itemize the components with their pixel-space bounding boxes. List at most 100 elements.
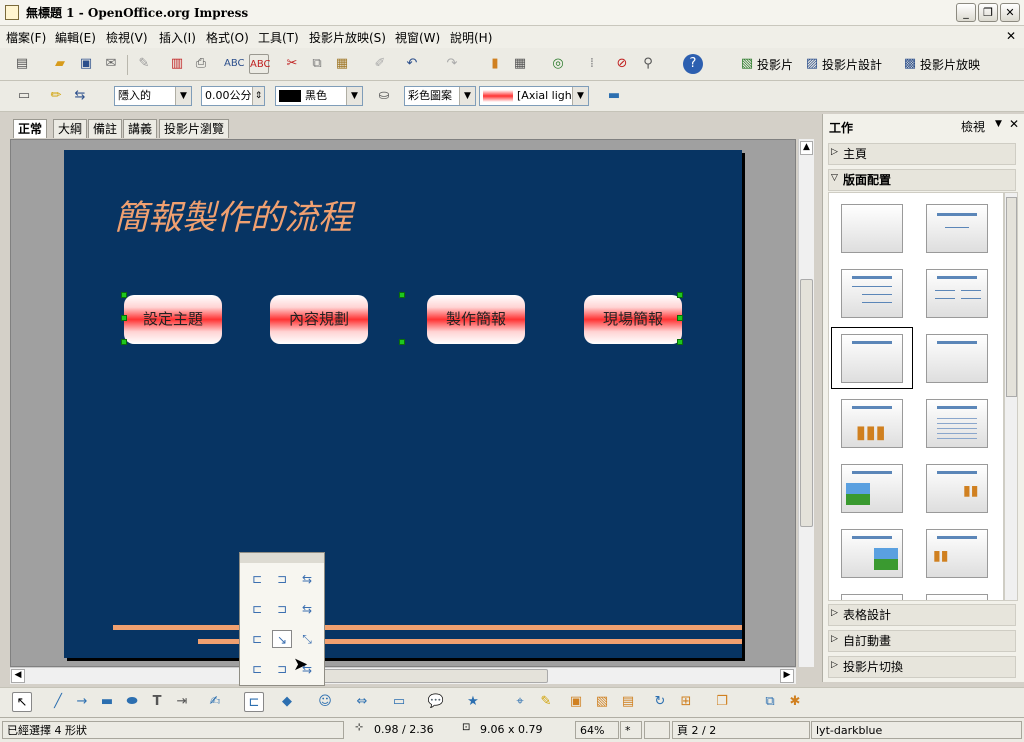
scroll-left-icon[interactable]: ◀ xyxy=(11,669,25,683)
select-arrow-icon[interactable]: ↖ xyxy=(12,692,32,712)
layout-title-table-thumbnail[interactable] xyxy=(926,399,988,448)
menu-edit[interactable]: 編輯(E) xyxy=(55,29,96,46)
line-color-combo[interactable]: 黑色 ▼ xyxy=(275,86,363,106)
selection-handle[interactable] xyxy=(121,339,127,345)
shadow-icon[interactable]: ▬ xyxy=(604,86,624,106)
points-icon[interactable]: ⌖ xyxy=(510,692,530,712)
copy-icon[interactable]: ⧉ xyxy=(307,54,327,74)
menu-window[interactable]: 視窗(W) xyxy=(395,29,440,46)
grid-icon[interactable]: ⁞ xyxy=(582,54,602,74)
menu-tools[interactable]: 工具(T) xyxy=(258,29,299,46)
section-master-pages[interactable]: 主頁 xyxy=(828,143,1016,165)
line-tool-icon[interactable]: ╱ xyxy=(48,692,68,712)
format-paintbrush-icon[interactable]: ✐ xyxy=(370,54,390,74)
ellipse-tool-icon[interactable]: ⬬ xyxy=(122,692,142,712)
line-style-combo[interactable]: 隱入的 ▼ xyxy=(114,86,192,106)
layout-gallery-scrollbar[interactable] xyxy=(1004,192,1018,601)
spellcheck-icon[interactable]: ABC xyxy=(224,54,245,74)
curved-connector-arrow-icon[interactable]: ⊐ xyxy=(272,660,292,678)
flowchart-icon[interactable]: ▭ xyxy=(389,692,409,712)
section-table-design[interactable]: 表格設計 xyxy=(828,604,1016,626)
fill-value-combo[interactable]: [Axial light ▼ xyxy=(479,86,589,106)
print-icon[interactable]: ⎙ xyxy=(191,54,211,74)
symbol-shapes-icon[interactable]: ☺ xyxy=(315,692,335,712)
spin-icon[interactable]: ⇕ xyxy=(252,87,264,105)
restore-button[interactable]: ❐ xyxy=(978,3,998,22)
layout-title-only-thumbnail[interactable] xyxy=(926,204,988,253)
navigator-icon[interactable]: ⊘ xyxy=(612,54,632,74)
layout-text-clipart-thumbnail[interactable] xyxy=(841,529,903,578)
menu-view[interactable]: 檢視(V) xyxy=(106,29,148,46)
connector-arrows-icon[interactable]: ⇆ xyxy=(297,570,317,588)
triangle-right-icon[interactable]: ▷ xyxy=(831,608,838,618)
triangle-down-icon[interactable]: ▽ xyxy=(831,173,838,183)
line-arrow-tool-icon[interactable]: → xyxy=(72,692,92,712)
selection-handle[interactable] xyxy=(399,339,405,345)
slide-button[interactable]: 投影片 xyxy=(757,56,793,73)
block-arrows-icon[interactable]: ⇔ xyxy=(352,692,372,712)
section-layouts[interactable]: 版面配置 xyxy=(828,169,1016,191)
selection-handle[interactable] xyxy=(677,339,683,345)
cut-icon[interactable]: ✂ xyxy=(282,54,302,74)
edit-file-icon[interactable]: ✎ xyxy=(134,54,154,74)
glue-points-icon[interactable]: ✎ xyxy=(536,692,556,712)
straight-connector-arrows-icon[interactable]: ⤡ xyxy=(297,630,317,648)
menu-insert[interactable]: 插入(I) xyxy=(159,29,196,46)
from-file-icon[interactable]: ▧ xyxy=(592,692,612,712)
layout-thumbnail[interactable] xyxy=(926,594,988,600)
scroll-right-icon[interactable]: ▶ xyxy=(780,669,794,683)
process-step[interactable]: 製作簡報 xyxy=(427,295,525,344)
minimize-button[interactable]: _ xyxy=(956,3,976,22)
style-icon[interactable]: ▭ xyxy=(14,86,34,106)
layout-two-content-thumbnail[interactable] xyxy=(926,269,988,318)
chevron-down-icon[interactable]: ▼ xyxy=(459,87,475,105)
paste-icon[interactable]: ▦ xyxy=(332,54,352,74)
selection-handle[interactable] xyxy=(399,292,405,298)
line-icon[interactable]: ✏ xyxy=(46,86,66,106)
layout-centered-text-thumbnail[interactable] xyxy=(926,334,988,383)
process-step[interactable]: 內容規劃 xyxy=(270,295,368,344)
tab-slide-sorter[interactable]: 投影片瀏覽 xyxy=(159,119,230,138)
straight-connector-icon[interactable]: ⊏ xyxy=(247,630,267,648)
open-folder-icon[interactable]: ▰ xyxy=(50,54,70,74)
section-slide-transition[interactable]: 投影片切換 xyxy=(828,656,1016,678)
close-button[interactable]: ✕ xyxy=(1000,3,1020,22)
gallery-icon[interactable]: ▤ xyxy=(618,692,638,712)
text-tool-icon[interactable]: T xyxy=(147,692,167,712)
triangle-right-icon[interactable]: ▷ xyxy=(831,147,838,157)
task-pane-view-menu[interactable]: 檢視 xyxy=(961,118,985,135)
selection-handle[interactable] xyxy=(121,315,127,321)
toggle-extrusion-icon[interactable]: ✱ xyxy=(785,692,805,712)
line-width-field[interactable]: 0.00公分 ⇕ xyxy=(201,86,265,106)
horizontal-scrollbar[interactable]: ◀ ▶ xyxy=(10,667,796,684)
slide-icon[interactable]: ▧ xyxy=(737,54,757,74)
zoom-icon[interactable]: ⚲ xyxy=(638,54,658,74)
section-custom-animation[interactable]: 自訂動畫 xyxy=(828,630,1016,652)
line-connector-arrows-icon[interactable]: ⇆ xyxy=(297,600,317,618)
alignment-icon[interactable]: ⊞ xyxy=(676,692,696,712)
document-close-icon[interactable]: ✕ xyxy=(1006,29,1016,43)
chevron-down-icon[interactable]: ▼ xyxy=(995,119,1002,129)
scroll-up-icon[interactable]: ▲ xyxy=(800,141,813,155)
vertical-scrollbar[interactable]: ▲ xyxy=(798,139,814,667)
selection-handle[interactable] xyxy=(677,315,683,321)
extrusion-icon[interactable]: ⧉ xyxy=(760,692,780,712)
chevron-down-icon[interactable]: ▼ xyxy=(572,87,588,105)
fontwork-icon[interactable]: ▣ xyxy=(566,692,586,712)
fill-type-combo[interactable]: 彩色圖案 ▼ xyxy=(404,86,476,106)
line-connector-icon[interactable]: ⊏ xyxy=(247,600,267,618)
connector-icon[interactable]: ⊏ xyxy=(247,570,267,588)
display-draw-functions-icon[interactable]: ◎ xyxy=(548,54,568,74)
callouts-icon[interactable]: 💬 xyxy=(426,692,446,712)
connector-ends-arrow-icon[interactable]: ⊐ xyxy=(272,570,292,588)
popup-drag-handle[interactable] xyxy=(240,553,324,563)
menu-help[interactable]: 說明(H) xyxy=(450,29,492,46)
menu-file[interactable]: 檔案(F) xyxy=(6,29,46,46)
process-step[interactable]: 現場簡報 xyxy=(584,295,682,344)
connector-tool-icon[interactable]: ⊏ xyxy=(244,692,264,712)
new-document-icon[interactable]: ▤ xyxy=(12,54,32,74)
stars-icon[interactable]: ★ xyxy=(463,692,483,712)
menu-format[interactable]: 格式(O) xyxy=(206,29,249,46)
insert-table-icon[interactable]: ▦ xyxy=(510,54,530,74)
selection-handle[interactable] xyxy=(121,292,127,298)
